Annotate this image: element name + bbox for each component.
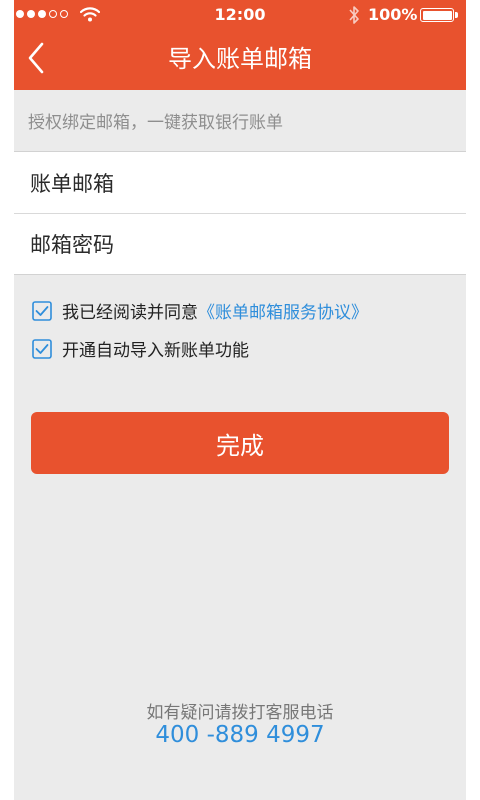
agreement-link[interactable]: 《账单邮箱服务协议》: [198, 298, 368, 323]
auto-import-row: 开通自动导入新账单功能: [32, 336, 249, 361]
hint-text: 授权绑定邮箱，一键获取银行账单: [28, 113, 283, 133]
password-field[interactable]: 邮箱密码: [14, 213, 466, 274]
login-form: 账单邮箱 邮箱密码: [14, 151, 466, 275]
done-button[interactable]: 完成: [31, 412, 449, 474]
status-bar: 12:00 100%: [14, 0, 466, 30]
email-field[interactable]: 账单邮箱: [14, 152, 466, 213]
auto-import-checkbox[interactable]: [32, 338, 52, 359]
battery-level: [422, 10, 452, 20]
app-screen: 12:00 100% 导入账单邮箱 授权绑定邮箱，一键获取银行账单 账单邮箱 邮…: [14, 0, 466, 800]
agreement-label: 我已经阅读并同意: [62, 303, 198, 323]
battery-icon: [420, 8, 454, 22]
header: 12:00 100% 导入账单邮箱: [14, 0, 466, 90]
battery-percentage: 100%: [368, 5, 418, 24]
battery-tip: [455, 12, 458, 18]
agreement-checkbox[interactable]: [32, 300, 52, 321]
support-phone-link[interactable]: 400 -889 4997: [14, 722, 466, 748]
bluetooth-icon: [349, 6, 359, 24]
agreement-row: 我已经阅读并同意 《账单邮箱服务协议》: [32, 298, 368, 323]
page-title: 导入账单邮箱: [168, 45, 312, 73]
help-text: 如有疑问请拨打客服电话: [146, 703, 334, 723]
auto-import-label: 开通自动导入新账单功能: [62, 341, 249, 361]
